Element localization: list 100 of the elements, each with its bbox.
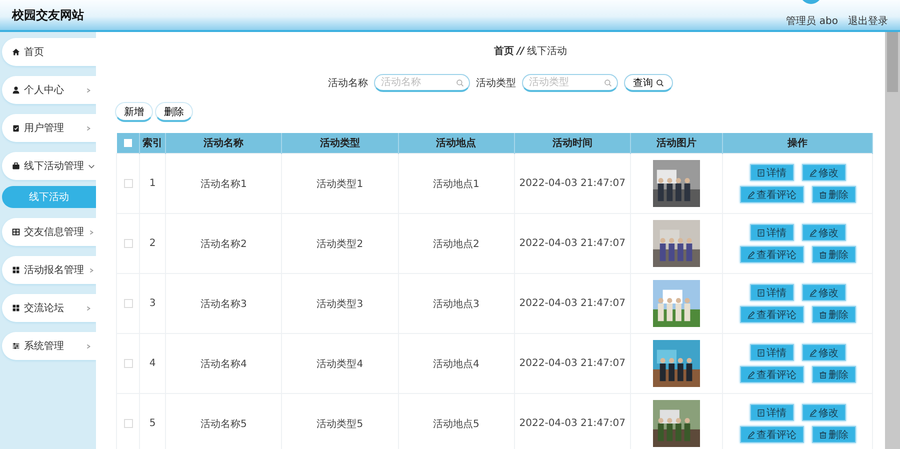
table-cell: 活动类型3 (316, 298, 364, 310)
table-cell: 活动地点4 (432, 358, 480, 370)
menu-item[interactable]: 活动报名管理 (2, 256, 96, 284)
pencil-icon (746, 370, 754, 378)
pencil-icon (746, 250, 754, 258)
edit-button[interactable]: 修改 (802, 164, 846, 181)
menu-item[interactable]: 交友信息管理 (2, 218, 96, 246)
menu-item[interactable]: 交流论坛 (2, 294, 96, 322)
details-button[interactable]: 详情 (750, 164, 794, 181)
table-cell: 活动类型4 (316, 358, 364, 370)
delete-button[interactable]: 删除 (812, 306, 856, 323)
row-checkbox[interactable] (124, 418, 132, 428)
home-icon (12, 48, 20, 56)
table-cell: 活动名称4 (200, 358, 247, 370)
grid-icon (12, 266, 20, 274)
chevron-icon (85, 306, 92, 310)
comments-button[interactable]: 查看评论 (740, 246, 804, 263)
select-all-checkbox[interactable] (124, 138, 132, 147)
table-cell: 活动地点2 (432, 238, 480, 250)
chevron-icon (85, 88, 92, 92)
pencil-icon (808, 228, 816, 236)
clipboard-icon (12, 124, 20, 132)
table-cell: 活动名称3 (200, 298, 247, 310)
comments-button[interactable]: 查看评论 (740, 186, 804, 203)
menu-item[interactable]: 线下活动管理 (2, 152, 96, 180)
chevron-icon (88, 268, 95, 272)
table-cell: 2022-04-03 21:47:07 (519, 418, 626, 429)
delete-button[interactable]: 删除 (812, 366, 856, 383)
edit-button[interactable]: 修改 (802, 344, 846, 361)
details-button[interactable]: 详情 (750, 224, 794, 241)
delete-button[interactable]: 删除 (812, 186, 856, 203)
scrollbar[interactable] (885, 32, 900, 449)
logout-link[interactable]: 退出登录 (848, 14, 888, 28)
menu-item[interactable]: 首页 (2, 38, 96, 66)
row-checkbox[interactable] (124, 298, 132, 308)
table-cell: 3 (149, 298, 156, 309)
table-cell: 2 (149, 238, 156, 249)
table-cell: 活动名称5 (200, 418, 247, 430)
table-cell: 2022-04-03 21:47:07 (519, 298, 626, 309)
chevron-icon (88, 230, 95, 234)
site-title: 校园交友网站 (12, 6, 84, 24)
pencil-icon (808, 408, 816, 416)
delete-button[interactable]: 删除 (812, 246, 856, 263)
comments-button[interactable]: 查看评论 (740, 426, 804, 443)
search-icon (656, 78, 664, 86)
trash-icon (818, 430, 826, 438)
user-icon (12, 86, 20, 94)
field-label: 活动名称 (328, 77, 368, 90)
document-icon (756, 408, 764, 416)
delete-button[interactable]: 删除 (812, 426, 856, 443)
details-button[interactable]: 详情 (750, 344, 794, 361)
table-cell: 活动类型1 (316, 178, 364, 190)
details-button[interactable]: 详情 (750, 404, 794, 421)
column-header: 操作 (722, 133, 872, 154)
search-button[interactable]: 查询 (624, 74, 673, 92)
table-cell: 5 (149, 418, 156, 429)
document-icon (756, 288, 764, 296)
search-field[interactable]: 活动类型 (522, 74, 618, 92)
table-icon (12, 228, 20, 236)
breadcrumb-item[interactable]: 首页 (494, 44, 514, 58)
comments-button[interactable]: 查看评论 (740, 306, 804, 323)
column-header: 活动类型 (282, 133, 398, 154)
pencil-icon (808, 348, 816, 356)
user-name: 管理员 abo (786, 15, 838, 28)
menu-item[interactable]: 系统管理 (2, 332, 96, 360)
column-header: 活动时间 (514, 133, 630, 154)
breadcrumb-item: 线下活动 (527, 44, 568, 58)
table-cell: 活动地点3 (432, 298, 480, 310)
table-cell: 2022-04-03 21:47:07 (519, 358, 626, 369)
document-icon (756, 228, 764, 236)
table-cell: 活动类型5 (316, 418, 364, 430)
menu-item[interactable]: 用户管理 (2, 114, 96, 142)
document-icon (756, 168, 764, 176)
pencil-icon (808, 288, 816, 296)
chevron-icon (88, 164, 95, 168)
edit-button[interactable]: 修改 (802, 404, 846, 421)
row-checkbox[interactable] (124, 238, 132, 248)
table-cell: 1 (149, 178, 156, 189)
add-button[interactable]: 新增 (115, 102, 153, 122)
trash-icon (818, 250, 826, 258)
table-cell: 活动地点1 (432, 178, 480, 190)
chevron-icon (85, 126, 92, 130)
column-header: 活动名称 (166, 133, 282, 154)
edit-button[interactable]: 修改 (802, 224, 846, 241)
menu-item[interactable]: 个人中心 (2, 76, 96, 104)
delete-button[interactable]: 删除 (155, 102, 193, 122)
edit-button[interactable]: 修改 (802, 284, 846, 301)
row-checkbox[interactable] (124, 358, 132, 368)
breadcrumb-separator: // (516, 46, 524, 56)
comments-button[interactable]: 查看评论 (740, 366, 804, 383)
search-field[interactable]: 活动名称 (374, 74, 470, 92)
table-cell: 2022-04-03 21:47:07 (519, 178, 626, 189)
chevron-icon (85, 344, 92, 348)
row-checkbox[interactable] (124, 178, 132, 188)
pencil-icon (746, 190, 754, 198)
details-button[interactable]: 详情 (750, 284, 794, 301)
table-cell: 活动类型2 (316, 238, 364, 250)
table-cell: 活动地点5 (432, 418, 480, 430)
grid-icon (12, 304, 20, 312)
trash-icon (818, 190, 826, 198)
